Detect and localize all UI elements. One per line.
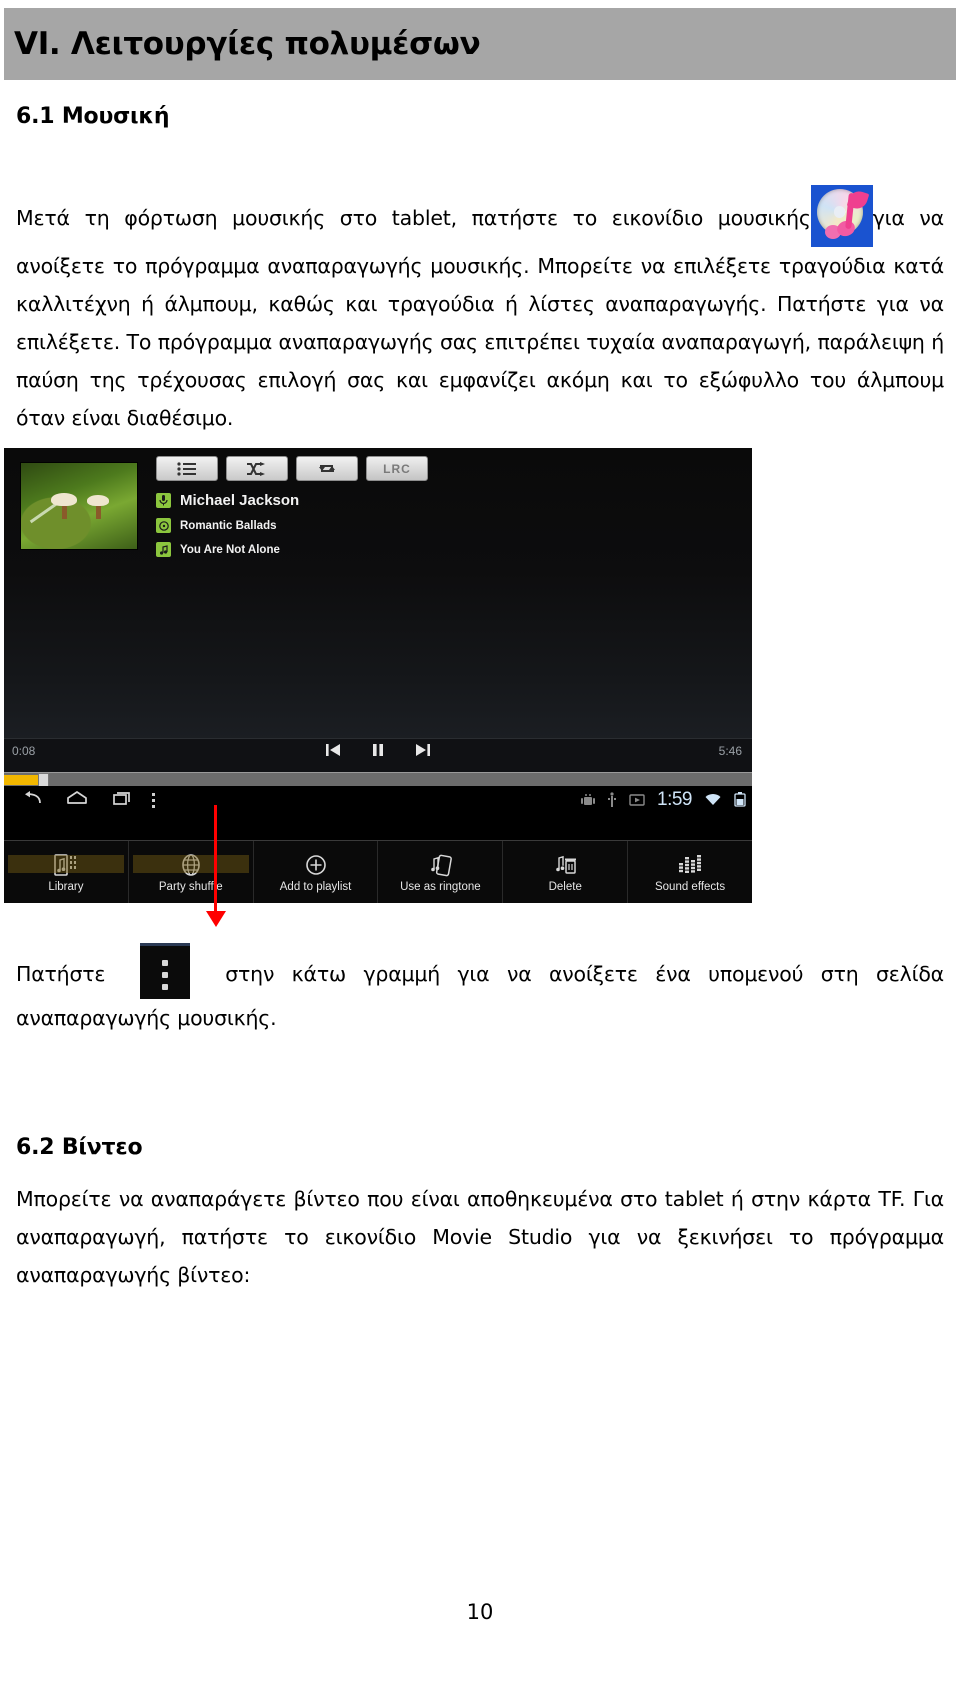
option-sound-effects-label: Sound effects (654, 881, 726, 893)
transport-bar: 0:08 5:46 (4, 738, 752, 772)
album-icon (156, 518, 171, 533)
option-delete[interactable]: Delete (503, 841, 629, 903)
battery-icon (734, 792, 746, 808)
screenshot-icon (629, 793, 645, 807)
delete-icon (552, 851, 578, 877)
album-art-thumbnail (20, 462, 138, 550)
page-header-banner: VI. Λειτουργίες πολυμέσων (4, 8, 956, 80)
player-options-menu: Library Party shuffle Add to playlist Us… (4, 840, 752, 903)
track-icon (156, 542, 171, 557)
seek-bar[interactable] (4, 772, 752, 787)
player-toolbar: LRC (156, 456, 428, 481)
paragraph-submenu: Πατήστε στην κάτω γραμμή για να ανοίξετε… (16, 943, 944, 1037)
track-name: You Are Not Alone (180, 543, 280, 556)
android-navigation-bar: 1:59 (4, 786, 752, 816)
option-library[interactable]: Library (4, 841, 129, 903)
album-row: Romantic Ballads (156, 518, 277, 533)
back-icon[interactable] (22, 790, 42, 806)
artist-icon (156, 493, 171, 508)
album-name: Romantic Ballads (180, 519, 277, 532)
paragraph-music-intro-part2: για να ανοίξετε το πρόγραμμα αναπαραγωγή… (16, 206, 944, 430)
paragraph-submenu-part1: Πατήστε (16, 962, 106, 986)
sound-effects-icon (677, 851, 703, 877)
playlist-button[interactable] (156, 456, 218, 481)
overflow-menu-icon[interactable] (152, 793, 155, 811)
previous-button[interactable] (325, 743, 341, 757)
lrc-button[interactable]: LRC (366, 456, 428, 481)
option-add-to-playlist[interactable]: Add to playlist (254, 841, 379, 903)
home-icon[interactable] (66, 790, 88, 806)
pause-button[interactable] (371, 743, 385, 757)
option-library-label: Library (48, 881, 84, 893)
page-number: 10 (466, 1600, 494, 1624)
section-heading-music: 6.1 Μουσική (16, 104, 170, 129)
repeat-button[interactable] (296, 456, 358, 481)
section-heading-video: 6.2 Βίντεο (16, 1135, 143, 1160)
next-button[interactable] (415, 743, 431, 757)
option-sound-effects[interactable]: Sound effects (628, 841, 752, 903)
wifi-icon (704, 793, 722, 807)
add-to-playlist-icon (304, 851, 328, 877)
usb-icon (607, 792, 617, 808)
android-icon (581, 792, 596, 808)
overflow-menu-inline-icon (140, 943, 191, 999)
paragraph-music-intro-part1: Μετά τη φόρτωση μουσικής στο tablet, πατ… (16, 206, 811, 230)
music-player-screenshot: LRC Michael Jackson Romantic Ballads You… (4, 448, 752, 903)
seek-progress (4, 775, 38, 785)
track-row: You Are Not Alone (156, 542, 280, 557)
option-add-to-playlist-label: Add to playlist (279, 881, 352, 893)
status-clock: 1:59 (657, 789, 692, 810)
now-playing-screen: LRC Michael Jackson Romantic Ballads You… (4, 448, 752, 758)
artist-name: Michael Jackson (180, 492, 300, 509)
shuffle-button[interactable] (226, 456, 288, 481)
paragraph-music-intro: Μετά τη φόρτωση μουσικής στο tablet, πατ… (16, 185, 944, 437)
page-title: VI. Λειτουργίες πολυμέσων (14, 26, 481, 62)
use-as-ringtone-icon (427, 851, 453, 877)
option-use-as-ringtone-label: Use as ringtone (400, 881, 481, 893)
option-party-shuffle[interactable]: Party shuffle (129, 841, 254, 903)
annotation-arrow (206, 805, 226, 927)
option-use-as-ringtone[interactable]: Use as ringtone (378, 841, 504, 903)
artist-row: Michael Jackson (156, 492, 299, 509)
option-delete-label: Delete (548, 881, 582, 893)
paragraph-video-intro: Μπορείτε να αναπαράγετε βίντεο που είναι… (16, 1187, 944, 1287)
recents-icon[interactable] (112, 790, 132, 806)
music-app-icon (810, 185, 873, 247)
seek-thumb[interactable] (38, 773, 49, 787)
total-time: 5:46 (718, 744, 742, 758)
